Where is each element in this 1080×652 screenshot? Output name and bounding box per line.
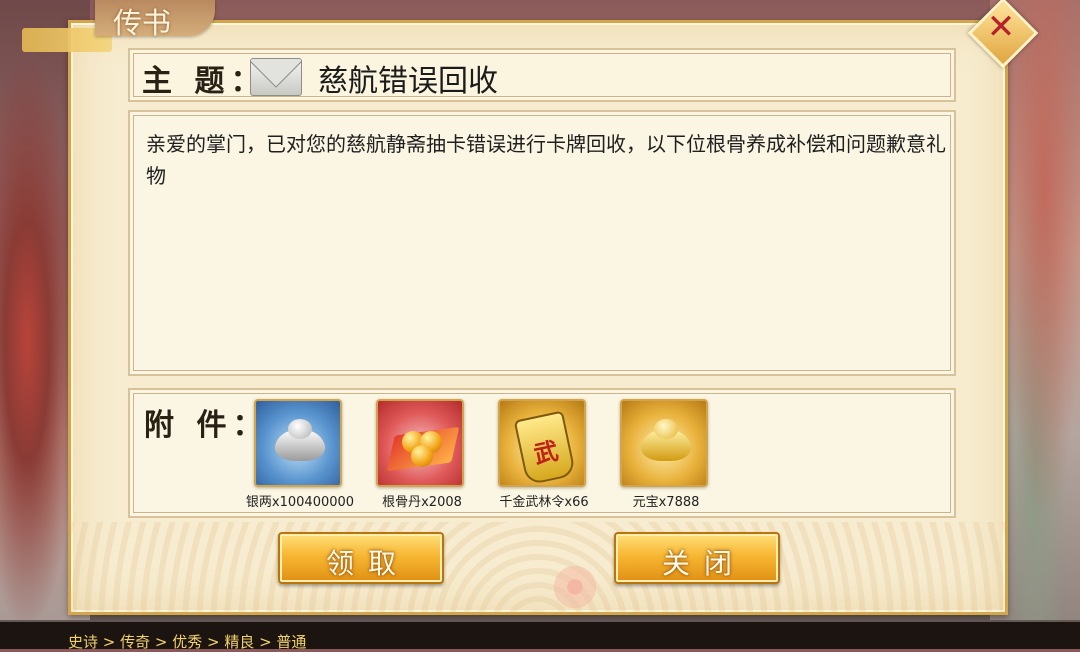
- mail-subject: 慈航错误回收: [318, 64, 498, 99]
- close-button[interactable]: 关闭: [614, 532, 780, 584]
- token-glyph: 武: [531, 435, 561, 470]
- silver-ingot-icon: [275, 419, 325, 461]
- attachment-item-token[interactable]: 武 千金武林令x66: [496, 399, 592, 511]
- martial-token-icon: 武: [513, 410, 577, 485]
- attachment-item-yuanbao[interactable]: 元宝x7888: [618, 399, 714, 511]
- subject-label: 主 题：: [142, 64, 267, 99]
- item-frame: [254, 399, 342, 487]
- message-box[interactable]: 亲爱的掌门，已对您的慈航静斋抽卡错误进行卡牌回收，以下位根骨养成补偿和问题歉意礼…: [128, 110, 956, 376]
- subject-row: 主 题： 慈航错误回收: [128, 48, 956, 102]
- envelope-icon: [250, 58, 302, 96]
- flower-decoration: [548, 560, 602, 614]
- attachment-label: 银两x100400000: [245, 495, 355, 510]
- wave-pattern: [71, 522, 1005, 612]
- attachment-item-pills[interactable]: 根骨丹x2008: [374, 399, 470, 511]
- claim-button[interactable]: 领取: [278, 532, 444, 584]
- attachments-box: 附 件： 银两x100400000 根骨丹x2008 武 千金武林令x66 元宝…: [128, 388, 956, 518]
- close-button-label: 关闭: [661, 547, 746, 580]
- window-title: 传书: [113, 6, 172, 40]
- gold-ingot-icon: [641, 419, 691, 461]
- item-frame: [620, 399, 708, 487]
- attachment-item-silver[interactable]: 银两x100400000: [246, 399, 354, 511]
- attachment-label: 根骨丹x2008: [382, 495, 462, 510]
- item-frame: [376, 399, 464, 487]
- close-x-button[interactable]: ✕: [967, 0, 1039, 69]
- claim-button-label: 领取: [325, 547, 410, 580]
- close-icon: ✕: [986, 7, 1016, 47]
- attachments-label: 附 件：: [144, 408, 269, 443]
- item-frame: 武: [498, 399, 586, 487]
- attachment-label: 元宝x7888: [632, 495, 700, 510]
- mail-body: 亲爱的掌门，已对您的慈航静斋抽卡错误进行卡牌回收，以下位根骨养成补偿和问题歉意礼…: [146, 132, 946, 188]
- golden-pills-icon: [411, 445, 433, 467]
- attachment-label: 千金武林令x66: [499, 495, 589, 510]
